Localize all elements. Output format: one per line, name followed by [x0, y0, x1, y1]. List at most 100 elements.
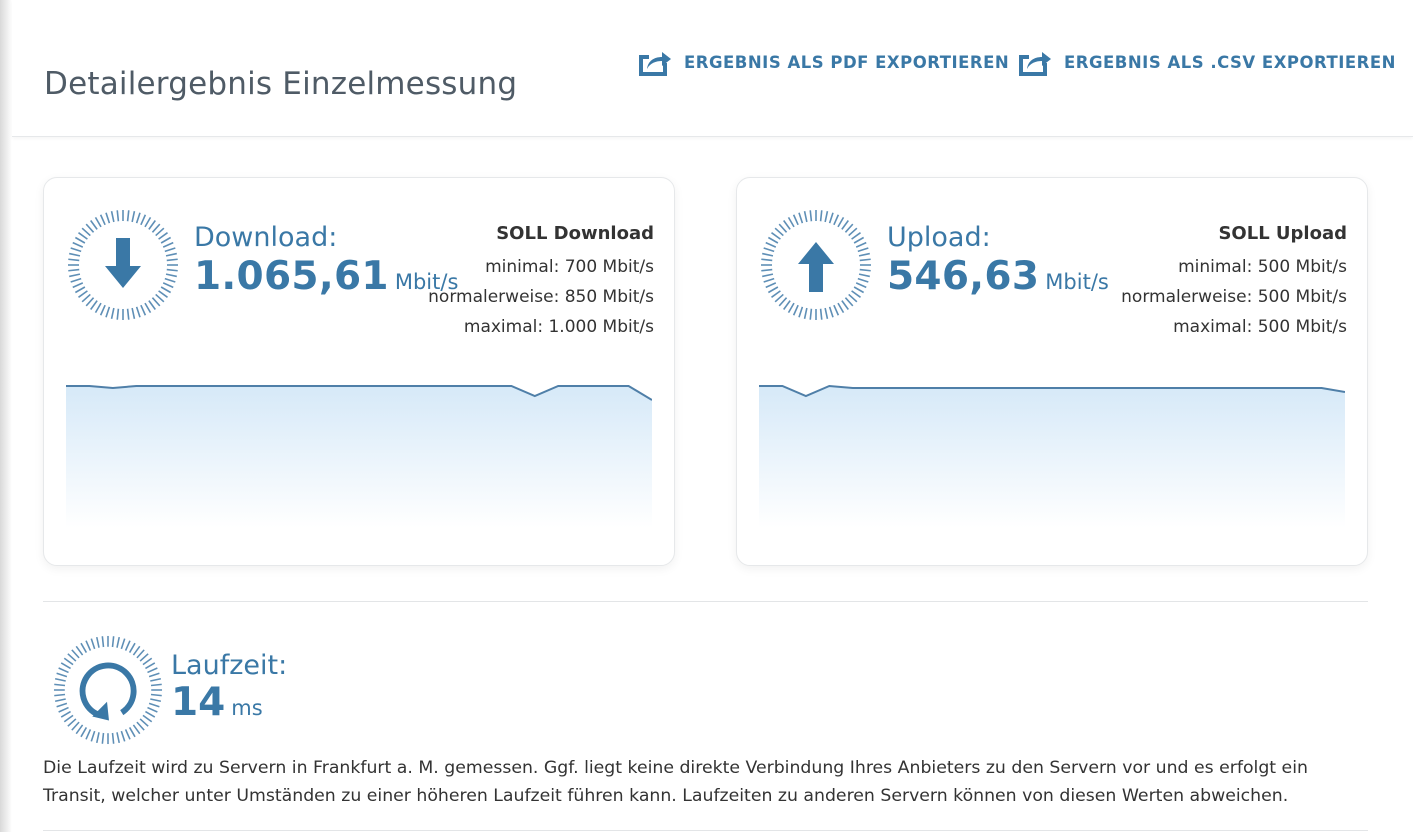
refresh-cycle-icon: [79, 662, 137, 721]
upload-value: 546,63 Mbit/s: [887, 254, 1109, 299]
gauge-tick: [71, 721, 80, 731]
gauge-tick: [787, 302, 795, 314]
gauge-tick: [166, 268, 178, 272]
gauge-tick: [809, 210, 813, 222]
gauge-ticks: [53, 635, 163, 745]
gauge-tick: [158, 232, 168, 240]
gauge-tick: [135, 306, 141, 318]
gauge-tick: [848, 293, 858, 303]
gauge-tick: [844, 297, 854, 307]
gauge-tick: [147, 667, 158, 674]
gauge-tick: [761, 258, 773, 262]
gauge-tick: [792, 304, 799, 316]
upload-target-normal: normalerweise: 500 Mbit/s: [1121, 287, 1347, 307]
gauge-tick: [78, 232, 88, 240]
gauge-tick: [70, 247, 82, 253]
gauge-tick: [70, 277, 82, 283]
upload-target-maximal: maximal: 500 Mbit/s: [1173, 317, 1347, 337]
gauge-tick: [101, 732, 105, 744]
gauge-tick: [80, 727, 88, 738]
arrow-down-icon: [105, 238, 141, 288]
download-speed: 1.065,61: [194, 254, 389, 299]
gauge-tick: [68, 268, 80, 272]
gauge-tick: [778, 297, 788, 307]
gauge-tick: [162, 282, 174, 289]
gauge-tick: [142, 657, 153, 666]
gauge-tick: [853, 236, 865, 244]
gauge-tick: [56, 672, 68, 678]
download-target-minimal: minimal: 700 Mbit/s: [485, 257, 654, 277]
upload-card: Upload: 546,63 Mbit/s SOLL Upload minimal…: [736, 177, 1368, 566]
gauge-tick: [131, 211, 136, 223]
gauge-tick: [155, 227, 165, 237]
page-header: Detailergebnis Einzelmessung ERGEBNIS AL…: [12, 0, 1413, 137]
gauge-tick: [140, 304, 147, 316]
gauge-tick: [126, 210, 130, 222]
gauge-tick: [139, 653, 149, 662]
gauge-tick: [164, 277, 176, 283]
gauge-tick: [148, 220, 156, 230]
gauge-tick: [71, 649, 80, 659]
gauge-tick: [164, 247, 176, 253]
gauge-tick: [798, 212, 804, 224]
gauge-tick: [81, 293, 91, 303]
gauge-tick: [132, 724, 141, 735]
gauge-tick: [136, 649, 145, 659]
gauge-tick: [85, 640, 92, 651]
gauge-tick: [798, 306, 804, 318]
gauge-tick: [126, 308, 130, 320]
gauge-tick: [857, 247, 869, 253]
gauge-tick: [145, 710, 156, 718]
gauge-tick: [774, 227, 784, 237]
gauge-tick: [101, 636, 105, 648]
gauge-tick: [803, 307, 808, 319]
gauge-tick: [90, 220, 98, 230]
gauge-tick: [771, 232, 781, 240]
gauge-tick: [819, 308, 823, 320]
gauge-tick: [63, 657, 74, 666]
gauge-tick: [54, 698, 66, 703]
gauge-tick: [124, 729, 131, 740]
gauge-tick: [828, 212, 834, 224]
gauge-tick: [74, 286, 86, 294]
gauge-tick: [819, 210, 823, 222]
download-target-normal: normalerweise: 850 Mbit/s: [428, 287, 654, 307]
gauge-tick: [150, 693, 162, 697]
gauge-tick: [116, 732, 121, 744]
upload-label: Upload:: [887, 222, 991, 253]
gauge-tick: [120, 638, 126, 650]
gauge-tick: [833, 304, 840, 316]
export-pdf-button[interactable]: ERGEBNIS ALS PDF EXPORTIEREN: [638, 46, 1009, 78]
gauge-tick: [81, 227, 91, 237]
page-title: Detailergebnis Einzelmessung: [44, 66, 518, 102]
gauge-tick: [63, 714, 74, 723]
gauge-tick: [859, 268, 871, 272]
gauge-tick: [144, 302, 152, 314]
gauge-tick: [853, 286, 865, 294]
gauge-tick: [94, 216, 102, 228]
gauge-tick: [763, 277, 775, 283]
download-target-title: SOLL Download: [496, 223, 654, 244]
gauge-tick: [783, 220, 791, 230]
gauge-tick: [105, 306, 111, 318]
gauge-tick: [105, 212, 111, 224]
gauge-tick: [69, 252, 81, 257]
gauge-tick: [778, 223, 788, 233]
gauge-tick: [837, 216, 845, 228]
gauge-tick: [783, 300, 791, 310]
upload-speed: 546,63: [887, 254, 1040, 299]
gauge-tick: [841, 300, 849, 310]
gauge-tick: [99, 304, 106, 316]
gauge-tick: [158, 290, 168, 298]
gauge-tick: [74, 236, 86, 244]
export-csv-button[interactable]: ERGEBNIS ALS .CSV EXPORTIEREN: [1018, 46, 1396, 78]
latency-number: 14: [171, 680, 226, 725]
gauge-tick: [72, 241, 84, 248]
gauge-tick: [120, 730, 126, 742]
gauge-tick: [85, 297, 95, 307]
gauge-tick: [54, 677, 66, 682]
export-csv-label: ERGEBNIS ALS .CSV EXPORTIEREN: [1064, 52, 1396, 72]
gauge-tick: [90, 730, 96, 742]
gauge-tick: [792, 214, 799, 226]
download-target: SOLL Download minimal: 700 Mbit/s normal…: [428, 222, 654, 342]
